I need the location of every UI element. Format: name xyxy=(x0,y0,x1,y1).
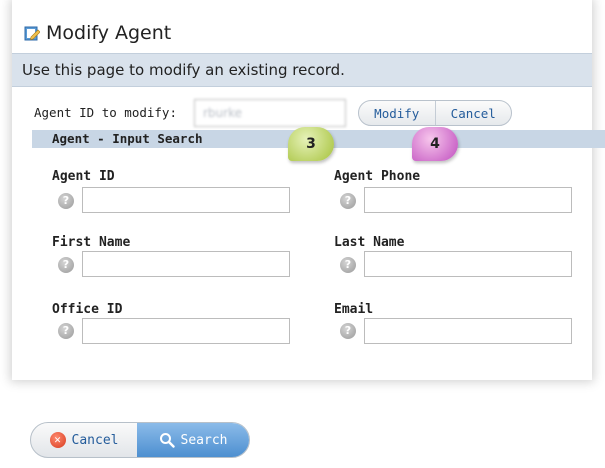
page-title: Modify Agent xyxy=(46,22,172,44)
cancel-modify-button[interactable]: Cancel xyxy=(436,101,512,125)
callout-badge-3: 3 xyxy=(288,127,334,161)
office-id-label: Office ID xyxy=(52,302,123,317)
modify-button[interactable]: Modify xyxy=(359,101,435,125)
first-name-input[interactable] xyxy=(82,251,290,277)
edit-form-icon xyxy=(24,26,40,41)
subtitle-text: Use this page to modify an existing reco… xyxy=(22,61,345,79)
help-icon[interactable]: ? xyxy=(340,257,356,273)
cancel-button-label: Cancel xyxy=(71,432,119,448)
cancel-button[interactable]: ✕ Cancel xyxy=(31,423,137,457)
agent-phone-label: Agent Phone xyxy=(334,169,421,184)
first-name-label: First Name xyxy=(52,235,131,250)
modify-cancel-button-group: Modify Cancel xyxy=(358,100,512,126)
page-subtitle: Use this page to modify an existing reco… xyxy=(12,53,592,87)
last-name-label: Last Name xyxy=(334,235,405,250)
section-title: Agent - Input Search xyxy=(52,131,203,146)
help-icon[interactable]: ? xyxy=(58,193,74,209)
search-button[interactable]: Search xyxy=(137,423,249,457)
last-name-input[interactable] xyxy=(364,251,572,277)
agent-phone-input[interactable] xyxy=(364,187,572,213)
agent-id-input[interactable] xyxy=(82,187,290,213)
search-button-label: Search xyxy=(180,432,228,448)
help-icon[interactable]: ? xyxy=(58,257,74,273)
page-title-row: Modify Agent xyxy=(24,20,171,46)
help-icon[interactable]: ? xyxy=(58,323,74,339)
office-id-input[interactable] xyxy=(82,318,290,344)
callout-badge-4: 4 xyxy=(412,127,458,161)
help-icon[interactable]: ? xyxy=(340,323,356,339)
close-icon: ✕ xyxy=(49,432,66,448)
email-input[interactable] xyxy=(364,318,572,344)
agent-id-to-modify-label: Agent ID to modify: xyxy=(34,105,177,120)
help-icon[interactable]: ? xyxy=(340,193,356,209)
agent-id-label: Agent ID xyxy=(52,169,115,184)
search-icon xyxy=(159,433,175,448)
agent-id-to-modify-input[interactable] xyxy=(194,99,346,127)
email-label: Email xyxy=(334,302,374,317)
search-actions: ✕ Cancel Search xyxy=(30,422,250,458)
